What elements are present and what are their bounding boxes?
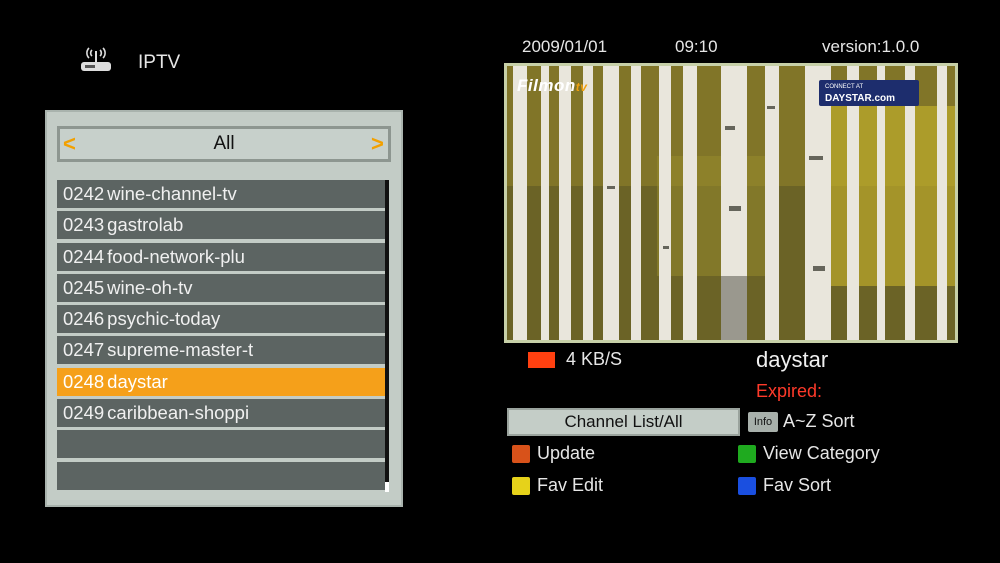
page-title: IPTV [138, 52, 181, 73]
date-display: 2009/01/01 [522, 37, 608, 56]
video-preview: Filmontv CONNECT AT DAYSTAR.com [504, 63, 958, 343]
category-label: All [213, 133, 235, 154]
fav-edit-label[interactable]: Fav Edit [537, 475, 603, 496]
channel-name: supreme-master-t [107, 339, 254, 361]
channel-number: 0243 [63, 214, 105, 236]
channel-number: 0244 [63, 245, 105, 267]
scrollbar-thumb[interactable] [385, 482, 389, 492]
channel-name: caribbean-shoppi [107, 402, 250, 424]
time-display: 09:10 [675, 37, 718, 56]
az-sort-label: A~Z Sort [783, 411, 855, 431]
chevron-right-icon[interactable]: > [371, 131, 384, 157]
current-channel-name: daystar [756, 347, 829, 372]
speed-text: 4 KB/S [566, 349, 623, 369]
fav-sort-label[interactable]: Fav Sort [763, 475, 831, 496]
daystar-logo: CONNECT AT DAYSTAR.com [819, 80, 920, 106]
channel-row[interactable]: 0247 supreme-master-t [57, 336, 385, 365]
channel-name: gastrolab [107, 214, 184, 236]
version-display: version:1.0.0 [822, 37, 920, 56]
update-label[interactable]: Update [537, 443, 595, 464]
filmon-logo: Filmontv [517, 76, 588, 95]
channel-number: 0249 [63, 402, 105, 424]
channel-row[interactable] [57, 461, 385, 490]
channel-row[interactable]: 0245 wine-oh-tv [57, 273, 385, 302]
channel-name: wine-channel-tv [107, 183, 237, 204]
expired-status: Expired: [756, 381, 823, 401]
channel-number: 0246 [63, 308, 105, 330]
forest-scene [507, 66, 955, 340]
channel-row[interactable]: 0248 daystar [57, 367, 385, 396]
channel-number: 0242 [63, 183, 105, 204]
channel-row[interactable]: 0242 wine-channel-tv [57, 180, 385, 208]
channel-row[interactable] [57, 430, 385, 459]
channel-number: 0247 [63, 339, 105, 361]
channel-list-button[interactable]: Channel List/All [507, 408, 740, 436]
channel-name: daystar [107, 370, 168, 392]
channel-name: food-network-plu [107, 245, 245, 267]
channel-row[interactable]: 0244 food-network-plu [57, 242, 385, 271]
channel-number: 0245 [63, 276, 105, 298]
info-key-icon[interactable]: Info [748, 412, 778, 432]
blue-key-icon[interactable] [738, 477, 756, 495]
router-icon [78, 40, 114, 74]
speed-indicator-icon [528, 352, 555, 368]
red-key-icon[interactable] [512, 445, 530, 463]
view-category-label[interactable]: View Category [763, 443, 880, 464]
channel-name: psychic-today [107, 308, 221, 330]
channel-number: 0248 [63, 370, 105, 392]
channel-row[interactable]: 0249 caribbean-shoppi [57, 399, 385, 428]
channel-list: 0242 wine-channel-tv 0243 gastrolab 0244 f… [57, 180, 385, 493]
channel-row[interactable]: 0243 gastrolab [57, 211, 385, 240]
scrollbar-track[interactable] [385, 180, 389, 492]
channel-row[interactable]: 0246 psychic-today [57, 305, 385, 334]
green-key-icon[interactable] [738, 445, 756, 463]
yellow-key-icon[interactable] [512, 477, 530, 495]
channel-name: wine-oh-tv [107, 276, 193, 298]
chevron-left-icon[interactable]: < [63, 131, 76, 157]
